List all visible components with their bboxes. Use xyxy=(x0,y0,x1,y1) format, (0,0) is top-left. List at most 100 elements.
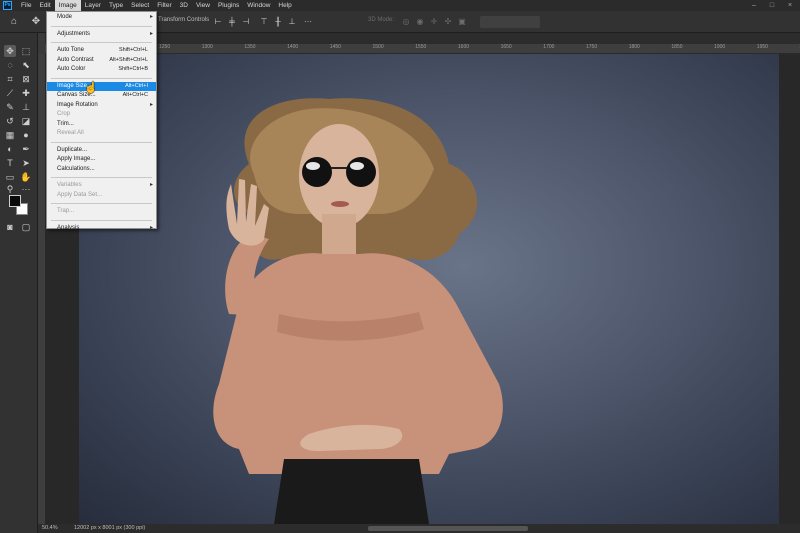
align-left-icon[interactable]: ⊢ xyxy=(212,16,224,28)
minimize-icon[interactable]: – xyxy=(750,2,758,10)
close-icon[interactable]: × xyxy=(786,2,794,10)
artboard-icon[interactable]: ⬚ xyxy=(20,45,32,57)
ruler-tick-label: 1650 xyxy=(500,44,512,50)
frame-icon[interactable]: ⊠ xyxy=(20,73,32,85)
ruler-tick-label: 1850 xyxy=(671,44,683,50)
brush-icon[interactable]: ✎ xyxy=(4,101,16,113)
3d-slide-icon[interactable]: ✣ xyxy=(442,16,454,28)
3d-pan-icon[interactable]: ✛ xyxy=(428,16,440,28)
eyedropper-icon[interactable]: ⟋ xyxy=(4,87,16,99)
lasso-icon[interactable]: ◌ xyxy=(4,59,16,71)
pen-icon[interactable]: ✒ xyxy=(20,143,32,155)
menu-window[interactable]: Window xyxy=(243,0,274,11)
zoom-level[interactable]: 50.4% xyxy=(42,525,58,531)
align-bottom-icon[interactable]: ⊥ xyxy=(286,16,298,28)
ruler-tick-label: 1400 xyxy=(287,44,299,50)
hand-icon[interactable]: ✋ xyxy=(20,171,32,183)
3d-scale-icon[interactable]: ▣ xyxy=(456,16,468,28)
zoom-icon[interactable]: ⚲ xyxy=(4,183,16,195)
menu-item-auto-tone[interactable]: Auto Tone Shift+Ctrl+L xyxy=(47,46,156,55)
align-right-icon[interactable]: ⊣ xyxy=(240,16,252,28)
menu-separator xyxy=(51,42,152,43)
menu-item-image-size[interactable]: Image Size... Alt+Ctrl+I xyxy=(47,81,156,91)
menu-plugins[interactable]: Plugins xyxy=(214,0,243,11)
menu-select[interactable]: Select xyxy=(127,0,153,11)
menu-item-mode[interactable]: Mode ▸ xyxy=(47,13,156,22)
home-icon[interactable]: ⌂ xyxy=(8,16,20,28)
window-controls: – □ × xyxy=(750,0,794,11)
menu-item-crop: Crop xyxy=(47,110,156,119)
menu-file[interactable]: File xyxy=(17,0,35,11)
search-field[interactable] xyxy=(480,16,540,28)
history-brush-icon[interactable]: ↺ xyxy=(4,115,16,127)
ruler-tick-label: 1800 xyxy=(628,44,640,50)
screen-mode-icon[interactable]: ▢ xyxy=(20,221,32,233)
pointer-cursor-icon: ☝ xyxy=(84,82,98,94)
menu-item-reveal-all: Reveal All xyxy=(47,129,156,138)
vertical-ruler xyxy=(38,54,45,524)
menu-bar: Ps File Edit Image Layer Type Select Filter 3D V… xyxy=(0,0,800,11)
tools-panel: ✥ ⬚ ◌ ⬉ ⌗ ⊠ ⟋ ✚ ✎ ⊥ ↺ ◪ ▦ ● ◐ ✒ T ➤ ▭ ✋ … xyxy=(0,33,38,533)
menu-item-canvas-size[interactable]: Canvas Size... Alt+Ctrl+C xyxy=(47,91,156,100)
menu-item-calculations[interactable]: Calculations... xyxy=(47,165,156,174)
document-info[interactable]: 12002 px x 8001 px (300 ppi) xyxy=(74,525,145,531)
menu-filter[interactable]: Filter xyxy=(153,0,175,11)
menu-item-apply-data-set: Apply Data Set... xyxy=(47,191,156,200)
move-icon[interactable]: ✥ xyxy=(4,45,16,57)
menu-edit[interactable]: Edit xyxy=(35,0,54,11)
maximize-icon[interactable]: □ xyxy=(768,2,776,10)
shape-icon[interactable]: ▭ xyxy=(4,171,16,183)
edit-toolbar-icon[interactable]: ··· xyxy=(20,183,32,195)
healing-brush-icon[interactable]: ✚ xyxy=(20,87,32,99)
menu-item-shortcut: Alt+Ctrl+C xyxy=(122,92,148,98)
menu-item-trim[interactable]: Trim... xyxy=(47,120,156,129)
menu-image[interactable]: Image xyxy=(54,0,81,11)
menu-item-image-rotation[interactable]: Image Rotation ▸ xyxy=(47,101,156,110)
menu-view[interactable]: View xyxy=(192,0,214,11)
dodge-icon[interactable]: ◐ xyxy=(4,143,16,155)
menu-item-label: Auto Contrast xyxy=(57,56,94,63)
eraser-icon[interactable]: ◪ xyxy=(20,115,32,127)
menu-item-apply-image[interactable]: Apply Image... xyxy=(47,155,156,164)
ruler-tick-label: 1900 xyxy=(714,44,726,50)
menu-items: File Edit Image Layer Type Select Filter 3D View… xyxy=(17,0,296,11)
clone-stamp-icon[interactable]: ⊥ xyxy=(20,101,32,113)
quick-mask-icon[interactable]: ◙ xyxy=(4,221,16,233)
menu-help[interactable]: Help xyxy=(274,0,295,11)
object-select-icon[interactable]: ⬉ xyxy=(20,59,32,71)
path-selection-icon[interactable]: ➤ xyxy=(20,157,32,169)
foreground-color-swatch[interactable] xyxy=(9,195,21,207)
menu-separator xyxy=(51,77,152,79)
ruler-tick-label: 1500 xyxy=(372,44,384,50)
align-center-icon[interactable]: ╪ xyxy=(226,16,238,28)
align-middle-icon[interactable]: ╫ xyxy=(272,16,284,28)
menu-separator xyxy=(51,141,152,143)
menu-item-adjustments[interactable]: Adjustments ▸ xyxy=(47,30,156,39)
show-transform-controls-label[interactable]: Transform Controls xyxy=(158,17,209,23)
menu-item-shortcut: Alt+Shift+Ctrl+L xyxy=(109,56,148,63)
gradient-icon[interactable]: ▦ xyxy=(4,129,16,141)
ruler-tick-label: 1950 xyxy=(756,44,768,50)
menu-item-trap: Trap... xyxy=(47,207,156,216)
menu-item-auto-color[interactable]: Auto Color Shift+Ctrl+B xyxy=(47,65,156,74)
crop-icon[interactable]: ⌗ xyxy=(4,73,16,85)
menu-item-duplicate[interactable]: Duplicate... xyxy=(47,146,156,155)
menu-item-label: Adjustments xyxy=(57,30,91,37)
more-options-icon[interactable]: ··· xyxy=(302,16,314,28)
type-icon[interactable]: T xyxy=(4,157,16,169)
menu-type[interactable]: Type xyxy=(105,0,127,11)
menu-item-label: Trap... xyxy=(57,208,75,214)
menu-item-auto-contrast[interactable]: Auto Contrast Alt+Shift+Ctrl+L xyxy=(47,56,156,65)
menu-3d[interactable]: 3D xyxy=(176,0,192,11)
3d-orbit-icon[interactable]: ◎ xyxy=(400,16,412,28)
menu-layer[interactable]: Layer xyxy=(81,0,105,11)
move-tool-icon[interactable]: ✥ xyxy=(30,16,42,28)
horizontal-scrollbar[interactable] xyxy=(368,526,528,531)
menu-item-shortcut: Alt+Ctrl+I xyxy=(125,82,148,89)
menu-item-analysis[interactable]: Analysis ▸ xyxy=(47,224,156,233)
canvas-area[interactable] xyxy=(45,54,800,524)
3d-roll-icon[interactable]: ◉ xyxy=(414,16,426,28)
blur-icon[interactable]: ● xyxy=(20,129,32,141)
photoshop-logo: Ps xyxy=(3,1,12,10)
align-top-icon[interactable]: ⊤ xyxy=(258,16,270,28)
